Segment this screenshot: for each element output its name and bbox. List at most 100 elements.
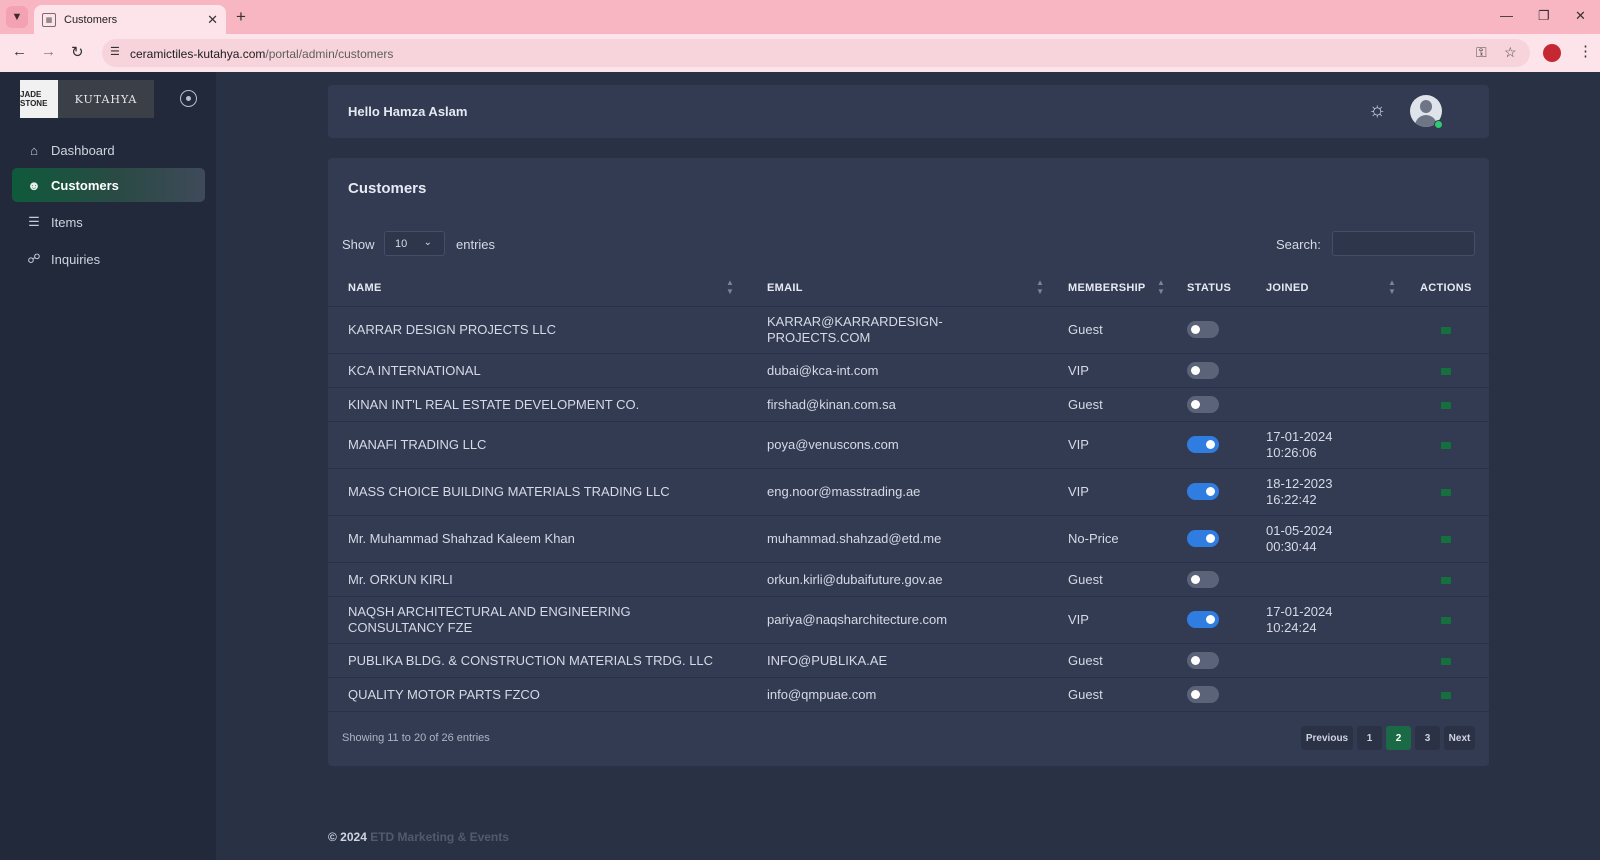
membership: VIP <box>1068 363 1089 378</box>
theme-toggle-sun-icon[interactable]: ☼ <box>1368 99 1386 122</box>
browser-toolbar: ← → ↻ ☰ ceramictiles-kutahya.com/portal/… <box>0 34 1600 72</box>
edit-action-icon[interactable] <box>1441 536 1451 543</box>
pagination-next-button[interactable]: Next <box>1444 726 1475 750</box>
customer-email: poya@venuscons.com <box>767 437 899 452</box>
entries-per-page-select[interactable]: 10 ⌄ <box>384 231 445 256</box>
status-toggle[interactable] <box>1187 321 1219 338</box>
back-arrow-icon[interactable]: ← <box>12 43 27 60</box>
status-toggle[interactable] <box>1187 483 1219 500</box>
reload-icon[interactable]: ↻ <box>71 43 84 61</box>
column-header-joined[interactable]: JOINED <box>1266 282 1309 294</box>
membership: VIP <box>1068 484 1089 499</box>
close-tab-icon[interactable]: ✕ <box>207 12 218 28</box>
status-toggle[interactable] <box>1187 362 1219 379</box>
customer-email: info@qmpuae.com <box>767 687 877 702</box>
browser-tab-strip: ▼ ▦ Customers ✕ + — ❐ ✕ <box>0 0 1600 34</box>
status-toggle[interactable] <box>1187 396 1219 413</box>
sidebar-item-dashboard[interactable]: ⌂ Dashboard <box>12 133 205 167</box>
sidebar-item-customers[interactable]: ☻ Customers <box>12 168 205 202</box>
sidebar-collapse-icon[interactable] <box>180 90 197 107</box>
sort-icon[interactable]: ▲ ▼ <box>1036 278 1044 296</box>
joined-date: 17-01-2024 <box>1266 604 1333 619</box>
edit-action-icon[interactable] <box>1441 658 1451 665</box>
browser-menu-icon[interactable]: ⋮ <box>1578 42 1593 60</box>
status-toggle[interactable] <box>1187 652 1219 669</box>
pagination-page-3[interactable]: 3 <box>1415 726 1440 750</box>
customer-name: QUALITY MOTOR PARTS FZCO <box>348 687 540 702</box>
customer-name: KINAN INT'L REAL ESTATE DEVELOPMENT CO. <box>348 397 640 412</box>
page-footer: © 2024 ETD Marketing & Events <box>328 830 509 844</box>
status-toggle[interactable] <box>1187 686 1219 703</box>
browser-profile-icon[interactable] <box>1543 44 1561 62</box>
online-status-dot <box>1434 120 1443 129</box>
edit-action-icon[interactable] <box>1441 489 1451 496</box>
sidebar-item-items[interactable]: ☰ Items <box>12 205 205 239</box>
browser-tab-customers[interactable]: ▦ Customers ✕ <box>34 5 226 34</box>
column-header-email[interactable]: EMAIL <box>767 282 803 294</box>
search-label: Search: <box>1276 237 1321 252</box>
page-favicon-icon: ▦ <box>42 12 56 27</box>
show-label: Show <box>342 237 375 252</box>
sort-icon[interactable]: ▲ ▼ <box>1157 278 1165 296</box>
edit-action-icon[interactable] <box>1441 327 1451 334</box>
footer-brand-link[interactable]: ETD Marketing & Events <box>370 830 509 844</box>
edit-action-icon[interactable] <box>1441 442 1451 449</box>
sidebar-item-label: Dashboard <box>51 142 115 158</box>
forward-arrow-icon[interactable]: → <box>41 43 56 60</box>
site-info-icon[interactable]: ☰ <box>110 45 120 58</box>
address-bar[interactable]: ☰ ceramictiles-kutahya.com/portal/admin/… <box>102 39 1530 67</box>
chevron-down-icon: ⌄ <box>423 237 432 248</box>
pagination-page-2[interactable]: 2 <box>1386 726 1411 750</box>
status-toggle[interactable] <box>1187 611 1219 628</box>
sidebar-item-inquiries[interactable]: ☍ Inquiries <box>12 242 205 276</box>
column-header-actions: ACTIONS <box>1420 282 1472 294</box>
users-icon: ☻ <box>27 177 41 193</box>
customer-name: Mr. Muhammad Shahzad Kaleem Khan <box>348 531 575 546</box>
column-header-membership[interactable]: MEMBERSHIP <box>1068 282 1146 294</box>
brand-logo[interactable]: JADE STONE KUTAHYA <box>20 80 154 118</box>
password-key-icon[interactable]: ⚿ <box>1476 44 1487 61</box>
customer-email: pariya@naqsharchitecture.com <box>767 612 948 627</box>
column-header-status[interactable]: STATUS <box>1187 282 1231 294</box>
joined-time: 10:26:06 <box>1266 445 1317 460</box>
home-icon: ⌂ <box>30 142 38 158</box>
sort-icon[interactable]: ▲ ▼ <box>726 278 734 296</box>
customer-name: KCA INTERNATIONAL <box>348 363 481 378</box>
customer-email: dubai@kca-int.com <box>767 363 879 378</box>
sort-icon[interactable]: ▲ ▼ <box>1388 278 1396 296</box>
edit-action-icon[interactable] <box>1441 577 1451 584</box>
restore-window-icon[interactable]: ❐ <box>1538 8 1550 24</box>
joined-date: 01-05-2024 <box>1266 523 1333 538</box>
tab-title: Customers <box>64 13 118 26</box>
search-input[interactable] <box>1332 231 1475 256</box>
joined-time: 16:22:42 <box>1266 492 1317 507</box>
edit-action-icon[interactable] <box>1441 617 1451 624</box>
logo-kutahya: KUTAHYA <box>58 80 154 118</box>
edit-action-icon[interactable] <box>1441 368 1451 375</box>
customer-name: MANAFI TRADING LLC <box>348 437 487 452</box>
minimize-window-icon[interactable]: — <box>1500 8 1513 23</box>
edit-action-icon[interactable] <box>1441 402 1451 409</box>
stack-icon: ☰ <box>28 214 40 229</box>
pagination-previous-button[interactable]: Previous <box>1301 726 1353 750</box>
joined-date: 18-12-2023 <box>1266 476 1333 491</box>
column-header-name[interactable]: NAME <box>348 282 382 294</box>
url-text: ceramictiles-kutahya.com/portal/admin/cu… <box>130 47 394 61</box>
bookmark-star-icon[interactable]: ☆ <box>1504 44 1517 61</box>
pagination-page-1[interactable]: 1 <box>1357 726 1382 750</box>
edit-action-icon[interactable] <box>1441 692 1451 699</box>
joined-time: 10:24:24 <box>1266 620 1317 635</box>
status-toggle[interactable] <box>1187 530 1219 547</box>
status-toggle[interactable] <box>1187 436 1219 453</box>
membership: VIP <box>1068 437 1089 452</box>
customer-name: NAQSH ARCHITECTURAL AND ENGINEERING CONS… <box>348 604 631 635</box>
copyright-text: © 2024 <box>328 830 367 844</box>
customer-email: KARRAR@KARRARDESIGN-PROJECTS.COM <box>767 314 943 345</box>
customer-email: eng.noor@masstrading.ae <box>767 484 921 499</box>
sidebar-item-label: Inquiries <box>51 251 101 267</box>
close-window-icon[interactable]: ✕ <box>1575 8 1586 24</box>
tab-search-button[interactable]: ▼ <box>6 6 28 28</box>
sidebar: JADE STONE KUTAHYA ⌂ Dashboard ☻ Custome… <box>0 72 216 860</box>
new-tab-icon[interactable]: + <box>236 7 246 27</box>
status-toggle[interactable] <box>1187 571 1219 588</box>
